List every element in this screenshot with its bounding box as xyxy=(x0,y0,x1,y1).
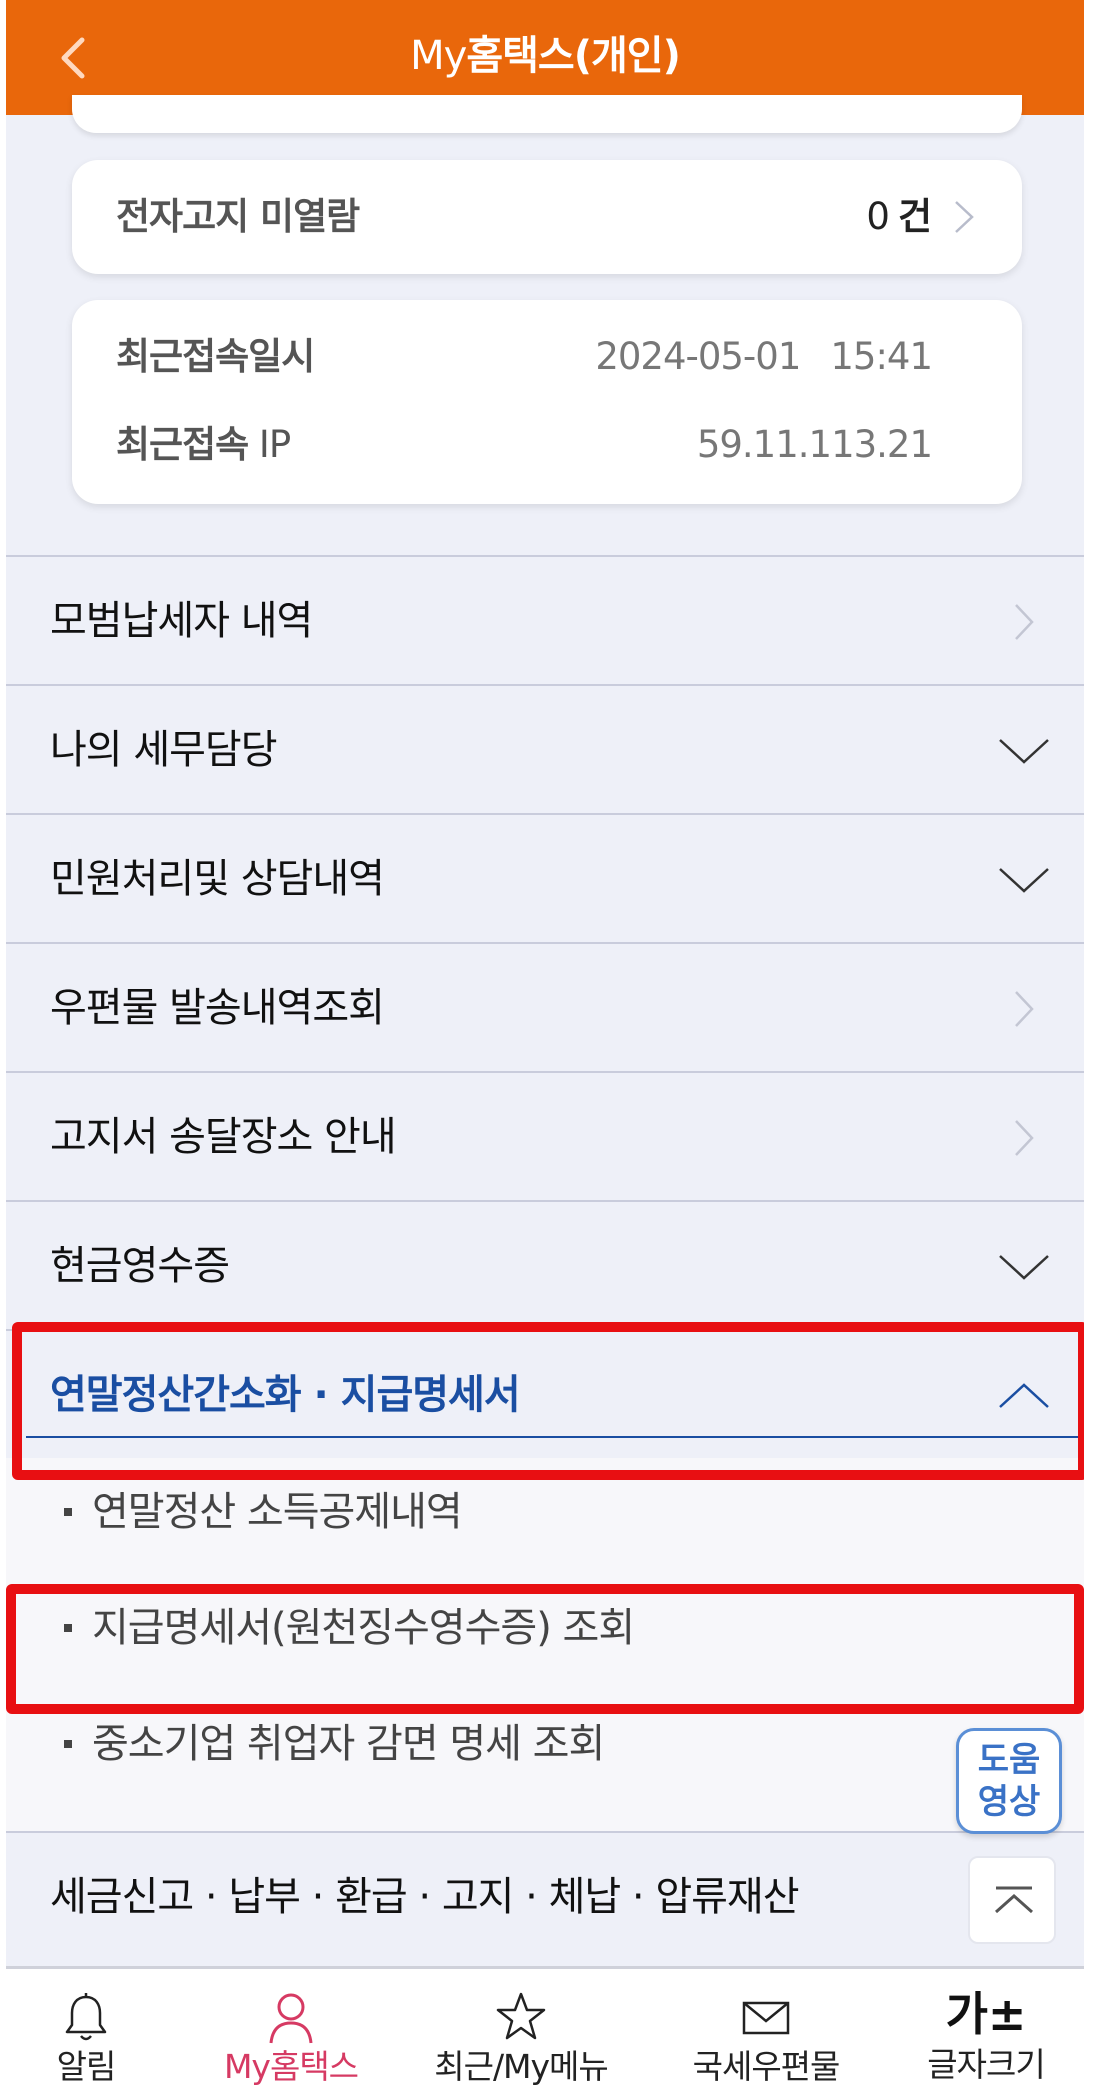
last-ip-value: 59.11.113.21 xyxy=(696,423,933,466)
nav-label: 글자크기 xyxy=(927,2045,1045,2084)
menu-item-label: 연말정산간소화 · 지급명세서 xyxy=(50,1372,521,1418)
menu-item-cash-receipt[interactable]: 현금영수증 xyxy=(6,1200,1084,1329)
person-icon xyxy=(269,1993,313,2044)
menu-item-label: 현금영수증 xyxy=(50,1243,230,1289)
menu-list: 모범납세자 내역 나의 세무담당 민원처리및 상담내역 우편물 발송내역조회 고… xyxy=(6,555,1084,1960)
bottom-nav: 알림 My홈택스 최근/My메뉴 국세우편물 가± 글자크기 xyxy=(6,1966,1084,2099)
menu-item-tax-officer[interactable]: 나의 세무담당 xyxy=(6,684,1084,813)
nav-label: 알림 xyxy=(56,2047,117,2086)
sub-item-payment-statement[interactable]: 지급명세서(원천징수영수증) 조회 xyxy=(6,1574,1084,1684)
menu-item-delivery-address[interactable]: 고지서 송달장소 안내 xyxy=(6,1071,1084,1200)
nav-label: 국세우편물 xyxy=(692,2047,841,2086)
submenu-year-end-settlement: 연말정산 소득공제내역 지급명세서(원천징수영수증) 조회 중소기업 취업자 감… xyxy=(6,1458,1084,1831)
menu-item-label: 우편물 발송내역조회 xyxy=(50,985,385,1031)
sub-item-label: 지급명세서(원천징수영수증) 조회 xyxy=(92,1605,635,1651)
last-login-label: 최근접속일시 xyxy=(116,335,315,378)
chevron-right-icon xyxy=(1015,604,1034,640)
nav-label: My홈택스 xyxy=(223,2047,359,2086)
bell-icon xyxy=(65,1993,107,2041)
menu-item-mail-history[interactable]: 우편물 발송내역조회 xyxy=(6,942,1084,1071)
scroll-top-button[interactable] xyxy=(968,1856,1056,1944)
menu-item-model-taxpayer[interactable]: 모범납세자 내역 xyxy=(6,555,1084,684)
sub-item-deduction-details[interactable]: 연말정산 소득공제내역 xyxy=(6,1458,1084,1568)
scroll-top-icon xyxy=(995,1886,1033,1914)
mail-icon xyxy=(742,2001,790,2035)
menu-item-civil-petition[interactable]: 민원처리및 상담내역 xyxy=(6,813,1084,942)
bullet xyxy=(64,1740,72,1748)
app-frame: My홈택스(개인) 전자고지 미열람 0건 최근접속일시 2024-05-01 1… xyxy=(6,0,1084,2099)
menu-item-year-end-settlement[interactable]: 연말정산간소화 · 지급명세서 xyxy=(6,1329,1084,1458)
nav-item-my-hometax[interactable]: My홈택스 xyxy=(181,1969,401,2099)
sub-item-label: 연말정산 소득공제내역 xyxy=(92,1489,463,1535)
last-login-value: 2024-05-01 15:41 xyxy=(595,335,933,378)
chevron-down-icon xyxy=(999,1255,1049,1280)
previous-card xyxy=(72,95,1022,133)
menu-item-label: 민원처리및 상담내역 xyxy=(50,856,385,902)
menu-item-tax-filing[interactable]: 세금신고 · 납부 · 환급 · 고지 · 체납 · 압류재산 xyxy=(6,1831,1084,1960)
help-video-button[interactable]: 도움 영상 xyxy=(956,1728,1062,1834)
menu-item-label: 모범납세자 내역 xyxy=(50,598,313,644)
unread-notice-count: 0건 xyxy=(866,195,932,238)
sub-item-label: 중소기업 취업자 감면 명세 조회 xyxy=(92,1721,605,1767)
chevron-up-icon xyxy=(999,1383,1049,1408)
chevron-right-icon xyxy=(955,201,974,233)
unread-notice-label: 전자고지 미열람 xyxy=(116,195,360,238)
nav-label: 최근/My메뉴 xyxy=(434,2047,609,2086)
last-ip-label: 최근접속 IP xyxy=(116,423,291,466)
menu-item-label: 세금신고 · 납부 · 환급 · 고지 · 체납 · 압류재산 xyxy=(50,1874,800,1920)
star-icon xyxy=(496,1992,546,2040)
menu-item-label: 고지서 송달장소 안내 xyxy=(50,1114,397,1160)
chevron-down-icon xyxy=(999,739,1049,764)
chevron-right-icon xyxy=(1015,991,1034,1027)
bullet xyxy=(64,1624,72,1632)
nav-item-recent-menu[interactable]: 최근/My메뉴 xyxy=(401,1969,641,2099)
active-underline xyxy=(26,1436,1078,1438)
help-video-label-1: 도움 xyxy=(977,1740,1041,1780)
menu-item-label: 나의 세무담당 xyxy=(50,727,278,773)
nav-item-tax-mail[interactable]: 국세우편물 xyxy=(646,1969,886,2099)
bullet xyxy=(64,1508,72,1516)
access-info-card: 최근접속일시 2024-05-01 15:41 최근접속 IP 59.11.113… xyxy=(72,300,1022,504)
font-size-icon: 가± xyxy=(945,1987,1027,2041)
chevron-down-icon xyxy=(999,868,1049,893)
nav-item-alerts[interactable]: 알림 xyxy=(26,1969,146,2099)
unread-notice-card[interactable]: 전자고지 미열람 0건 xyxy=(72,160,1022,274)
nav-item-font-size[interactable]: 가± 글자크기 xyxy=(886,1969,1084,2099)
page-title: My홈택스(개인) xyxy=(410,33,681,79)
help-video-label-2: 영상 xyxy=(977,1782,1041,1822)
sub-item-sme-exemption[interactable]: 중소기업 취업자 감면 명세 조회 xyxy=(6,1690,1084,1800)
chevron-right-icon xyxy=(1015,1120,1034,1156)
